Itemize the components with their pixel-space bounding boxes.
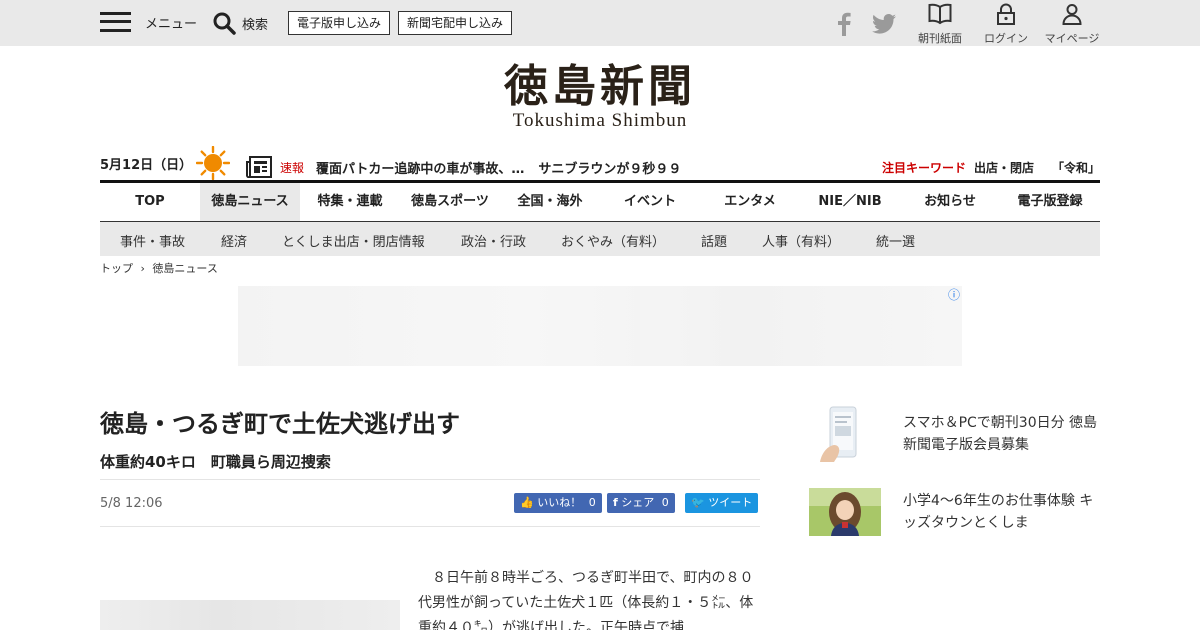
subnav-item-personnel[interactable]: 人事（有料） [762,231,840,250]
search-label: 検索 [242,17,269,33]
article-body-text: ８日午前８時半ごろ、つるぎ町半田で、町内の８０代男性が飼っていた土佐犬１匹（体長… [418,570,754,630]
facebook-icon: f [613,496,618,509]
site-logo-english: Tokushima Shimbun [512,110,688,131]
share-label: シェア [621,496,655,509]
nav-item-events[interactable]: イベント [600,183,700,221]
masthead[interactable]: 徳島新聞 Tokushima Shimbun [0,60,1200,132]
subnav-item-incidents[interactable]: 事件・事故 [120,231,185,250]
breadcrumb-home[interactable]: トップ [100,262,133,275]
article-body: ８日午前８時半ごろ、つるぎ町半田で、町内の８０代男性が飼っていた土佐犬１匹（体長… [418,566,758,630]
site-logo[interactable]: 徳島新聞 [0,60,1200,114]
nav-item-top[interactable]: TOP [100,183,200,221]
keyword-link-1[interactable]: 出店・閉店 [974,159,1034,176]
sidebar-promo-digital[interactable]: スマホ＆PCで朝刊30日分 徳島新聞電子版会員募集 [808,404,1100,464]
mypage-link[interactable]: マイページ [1037,3,1107,46]
login-label: ログイン [984,32,1028,45]
subnav-item-politics[interactable]: 政治・行政 [461,231,526,250]
thumbs-up-icon: 👍 [520,496,534,509]
breadcrumb-current[interactable]: 徳島ニュース [152,262,217,275]
nav-item-national[interactable]: 全国・海外 [500,183,600,221]
chevron-right-icon: › [140,262,145,275]
subnav-item-shops[interactable]: とくしま出店・閉店情報 [282,231,425,250]
nav-item-tokushima-news[interactable]: 徳島ニュース [200,183,300,221]
tweet-button[interactable]: 🐦 ツイート [685,493,759,513]
tweet-label: ツイート [708,496,753,509]
subnav-item-obituaries[interactable]: おくやみ（有料） [561,231,665,250]
mypage-label: マイページ [1044,32,1100,45]
article-subtitle: 体重約40キロ 町職員ら周辺捜索 [100,453,331,471]
sidebar-promo-kidstown-text[interactable]: 小学4～6年生のお仕事体験 キッズタウンとくしま [903,490,1103,534]
search-button[interactable]: 検索 [212,11,268,35]
ad-info-icon[interactable]: ⓘ [948,286,960,303]
current-date: 5月12日（日） [100,158,193,173]
article-title: 徳島・つるぎ町で土佐犬逃げ出す [100,410,460,438]
morning-paper-link[interactable]: 朝刊紙面 [905,3,975,46]
child-photo-thumbnail [809,488,881,536]
delivery-apply-button[interactable]: 新聞宅配申し込み [398,11,513,35]
phone-reader-thumbnail [808,404,880,464]
morning-paper-label: 朝刊紙面 [918,32,962,45]
lock-icon [997,3,1015,25]
article-meta: 5/8 12:06 👍 いいね！ 0 f シェア 0 🐦 ツイート [100,479,760,527]
hamburger-icon [100,11,131,33]
nav-item-entertainment[interactable]: エンタメ [700,183,800,221]
ticker-headline-2[interactable]: サニブラウンが９秒９９ [538,162,681,177]
nav-item-sports[interactable]: 徳島スポーツ [400,183,500,221]
sidebar-promo-kidstown[interactable]: 小学4～6年生のお仕事体験 キッズタウンとくしま [808,488,1100,538]
subnav-item-election[interactable]: 統一選 [876,231,915,250]
publish-time: 5/8 12:06 [100,496,163,511]
article-photo[interactable] [100,600,400,630]
search-icon [213,12,236,35]
nav-item-nie[interactable]: NIE／NIB [800,183,900,221]
user-icon [1062,4,1082,25]
banner-ad[interactable]: ⓘ [238,286,962,366]
sidebar-promo-digital-text[interactable]: スマホ＆PCで朝刊30日分 徳島新聞電子版会員募集 [903,412,1103,456]
menu-button[interactable]: メニュー [100,11,197,33]
main-nav: TOP 徳島ニュース 特集・連載 徳島スポーツ 全国・海外 イベント エンタメ … [100,180,1100,222]
ticker-bar: 5月12日（日） 速報 覆面パトカー追跡中の車が事故、… サニブラウンが９秒９９ … [100,144,1100,180]
login-link[interactable]: ログイン [971,3,1041,46]
book-icon [928,3,952,25]
menu-label: メニュー [145,16,198,32]
twitter-icon[interactable] [872,14,896,34]
newspaper-icon [246,156,272,178]
like-count: 0 [588,496,596,509]
keyword-link-2[interactable]: 「令和」 [1052,159,1100,176]
breaking-news-label: 速報 [280,161,305,175]
nav-item-notices[interactable]: お知らせ [900,183,1000,221]
facebook-share-button[interactable]: f シェア 0 [607,493,675,513]
subnav-item-topics[interactable]: 話題 [701,231,727,250]
top-bar: メニュー 検索 電子版申し込み 新聞宅配申し込み 朝刊紙面 ログイン マイページ [0,0,1200,46]
like-label: いいね！ [537,496,582,509]
breadcrumb: トップ › 徳島ニュース [100,260,218,276]
sun-icon[interactable] [196,146,230,180]
twitter-icon: 🐦 [691,496,705,509]
share-count: 0 [661,496,669,509]
keyword-label: 注目キーワード [882,161,967,175]
digital-apply-button[interactable]: 電子版申し込み [288,11,391,35]
subnav-item-economy[interactable]: 経済 [221,231,247,250]
facebook-icon[interactable] [836,12,852,36]
nav-item-digital-signup[interactable]: 電子版登録 [1000,183,1100,221]
ticker-headlines[interactable]: 覆面パトカー追跡中の車が事故、… サニブラウンが９秒９９ [316,158,681,177]
nav-item-features[interactable]: 特集・連載 [300,183,400,221]
ticker-headline-1[interactable]: 覆面パトカー追跡中の車が事故、… [316,162,524,177]
facebook-like-button[interactable]: 👍 いいね！ 0 [514,493,602,513]
sub-nav: 事件・事故 経済 とくしま出店・閉店情報 政治・行政 おくやみ（有料） 話題 人… [100,222,1100,256]
